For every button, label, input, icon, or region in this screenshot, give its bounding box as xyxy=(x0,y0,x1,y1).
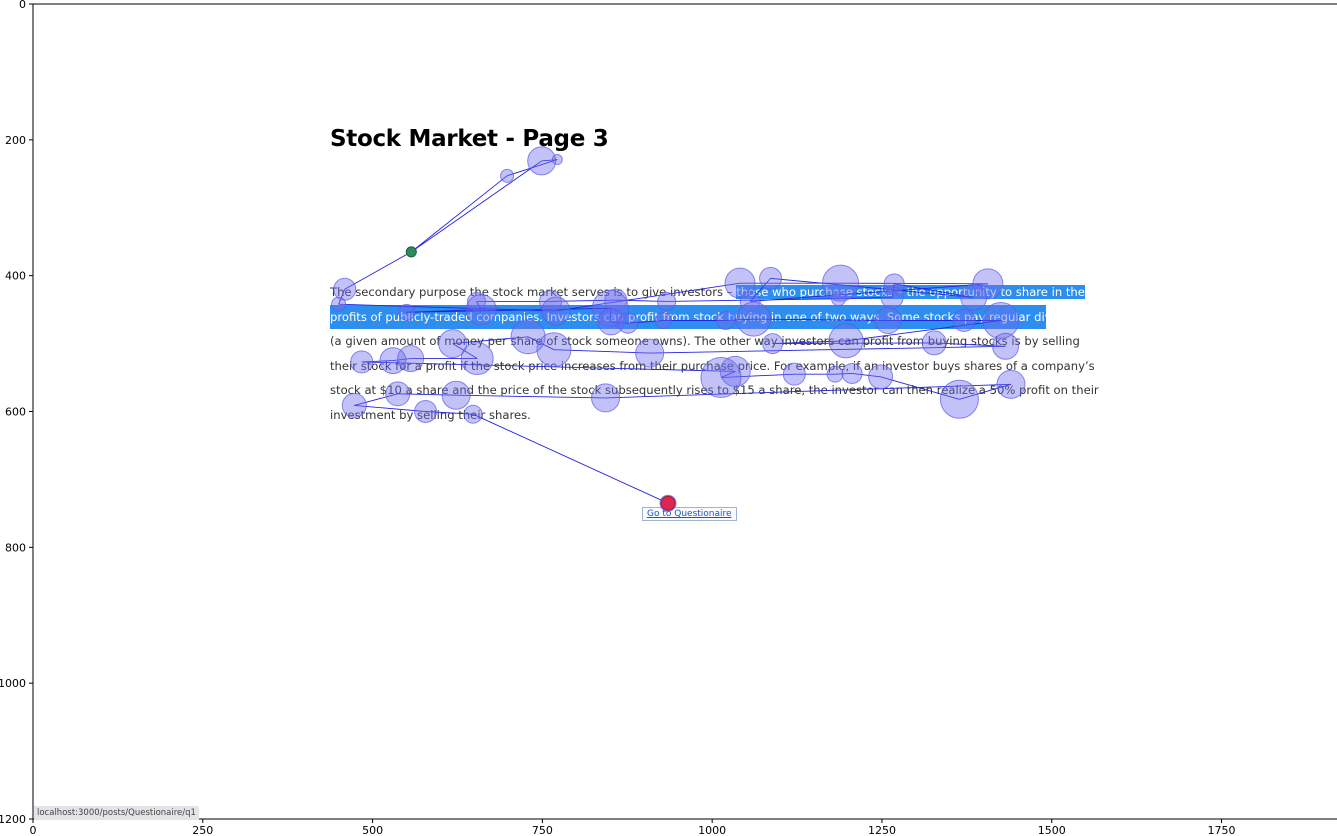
fixation-circle xyxy=(700,357,742,399)
scanpath-start-marker xyxy=(405,246,417,258)
fixation-circle xyxy=(736,301,772,337)
fixation-circle xyxy=(759,266,783,290)
fixation-circle xyxy=(939,379,979,419)
fixation-circle xyxy=(385,381,411,407)
saccade-line xyxy=(649,345,1006,354)
saccade-line xyxy=(770,277,974,298)
fixation-circle xyxy=(657,291,677,311)
fixation-circle xyxy=(441,380,471,410)
fixation-circle xyxy=(996,369,1026,399)
fixation-circle xyxy=(591,383,621,413)
saccade-line xyxy=(411,175,508,253)
fixation-circle xyxy=(510,319,546,355)
fixation-circle xyxy=(460,342,494,376)
fixation-circle xyxy=(654,311,672,329)
fixation-circle xyxy=(960,283,988,311)
fixation-circle xyxy=(841,362,863,384)
fixation-circle xyxy=(921,330,947,356)
saccade-line xyxy=(472,413,669,504)
status-bar-url: localhost:3000/posts/Questionaire/q1 xyxy=(34,806,199,820)
fixation-circle xyxy=(762,333,784,355)
scanpath-end-marker xyxy=(660,495,676,511)
saccade-line xyxy=(411,160,542,253)
fixation-circle xyxy=(828,323,864,359)
fixation-circle xyxy=(331,296,347,312)
fixation-circle xyxy=(982,301,1020,339)
fixation-circle xyxy=(617,312,639,334)
fixation-circle xyxy=(880,285,904,309)
fixation-circle xyxy=(541,296,571,326)
fixation-circle xyxy=(874,306,902,334)
saccade-line xyxy=(750,283,988,302)
fixation-circle xyxy=(398,303,416,321)
fixation-circle xyxy=(716,310,736,330)
saccade-line xyxy=(555,282,741,312)
fixation-circle xyxy=(551,154,563,166)
fixation-circle xyxy=(350,350,374,374)
fixation-circle xyxy=(992,332,1020,360)
fixation-circle xyxy=(635,338,665,368)
fixation-circle xyxy=(379,347,407,375)
fixation-circle xyxy=(826,365,844,383)
fixation-circle xyxy=(782,362,806,386)
fixation-circle xyxy=(414,400,438,423)
fixation-circle xyxy=(830,291,846,307)
fixation-circle xyxy=(465,294,497,326)
fixation-circle xyxy=(341,392,367,418)
saccade-line xyxy=(406,307,611,313)
fixation-circle xyxy=(952,308,976,332)
fixation-circle xyxy=(868,364,894,390)
fixation-circle xyxy=(463,404,483,424)
saccade-line xyxy=(753,318,889,321)
saccade-line xyxy=(456,394,606,399)
gaze-plot-frame: 0 250 500 750 1000 1250 1500 1750 0 200 400 600 800 1… xyxy=(0,0,1337,836)
scanpath-overlay xyxy=(331,146,1026,512)
fixation-circle xyxy=(527,146,557,176)
fixation-circle xyxy=(500,168,515,183)
saccade-line xyxy=(840,282,988,285)
